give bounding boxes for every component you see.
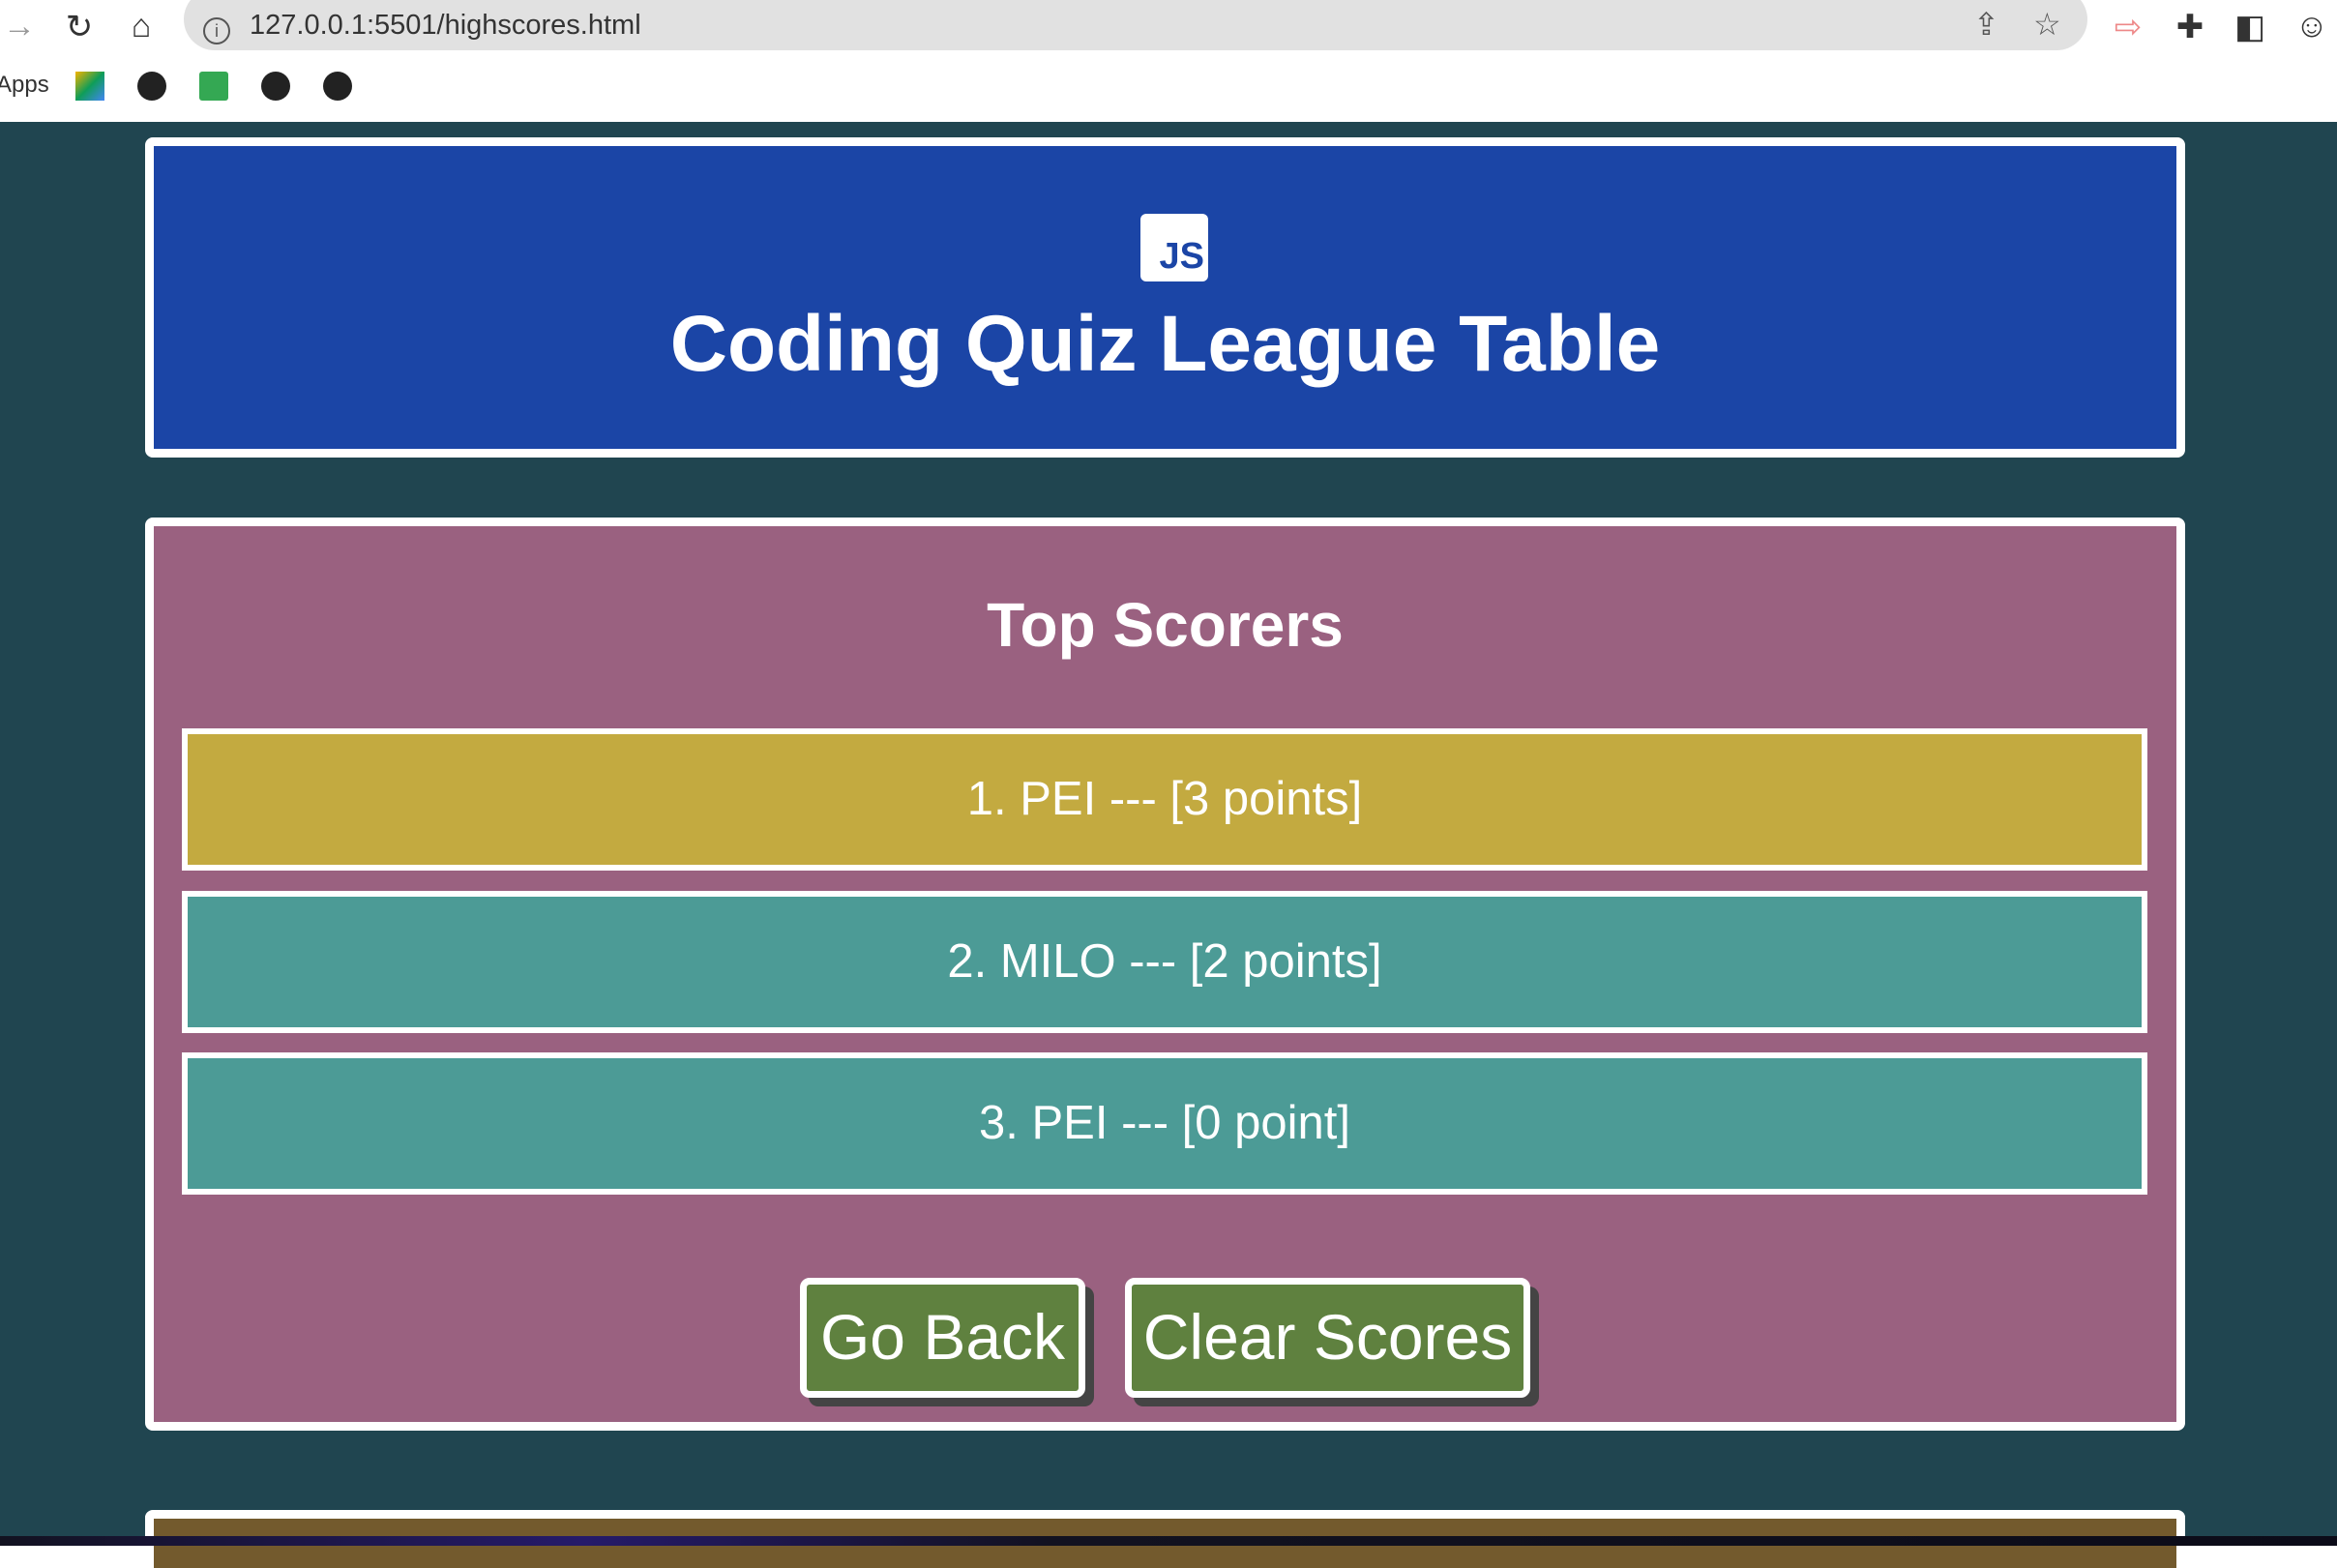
sidebar-icon[interactable]: ◧	[2231, 8, 2269, 46]
go-back-button[interactable]: Go Back	[800, 1278, 1085, 1398]
globe-icon[interactable]	[261, 72, 290, 101]
javascript-logo-icon: JS	[1140, 214, 1208, 281]
bookmarks-bar: Apps	[0, 60, 2337, 122]
score-row: 3. PEI --- [0 point]	[182, 1052, 2147, 1195]
forward-icon[interactable]: →	[0, 8, 39, 45]
extensions-puzzle-icon[interactable]: ✚	[2171, 8, 2209, 46]
header-banner: JS Coding Quiz League Table	[145, 137, 2185, 458]
page-body: JS Coding Quiz League Table Top Scorers …	[0, 122, 2337, 1568]
google-sheets-icon[interactable]	[199, 72, 228, 101]
address-bar[interactable]: i 127.0.0.1:5501/highscores.html ⇪ ☆	[184, 0, 2087, 50]
scores-panel: Top Scorers 1. PEI --- [3 points] 2. MIL…	[145, 518, 2185, 1431]
page-title: Coding Quiz League Table	[669, 300, 1661, 388]
url-text[interactable]: 127.0.0.1:5501/highscores.html	[250, 10, 641, 42]
extension-cast-icon[interactable]: ⇨	[2109, 8, 2147, 46]
info-icon[interactable]: i	[203, 17, 230, 44]
globe-icon[interactable]	[323, 72, 352, 101]
google-drive-icon[interactable]	[75, 72, 104, 101]
os-taskbar	[0, 1536, 2337, 1546]
share-icon[interactable]: ⇪	[1973, 6, 1999, 43]
score-row: 1. PEI --- [3 points]	[182, 728, 2147, 871]
scores-heading: Top Scorers	[987, 590, 1344, 660]
score-row: 2. MILO --- [2 points]	[182, 891, 2147, 1033]
globe-icon[interactable]	[137, 72, 166, 101]
star-icon[interactable]: ☆	[2033, 6, 2061, 43]
reload-icon[interactable]: ↻	[60, 8, 99, 46]
home-icon[interactable]: ⌂	[122, 8, 161, 45]
clear-scores-button[interactable]: Clear Scores	[1125, 1278, 1530, 1398]
profile-avatar-icon[interactable]: ☺	[2293, 8, 2331, 45]
bookmark-apps[interactable]: Apps	[0, 72, 49, 99]
